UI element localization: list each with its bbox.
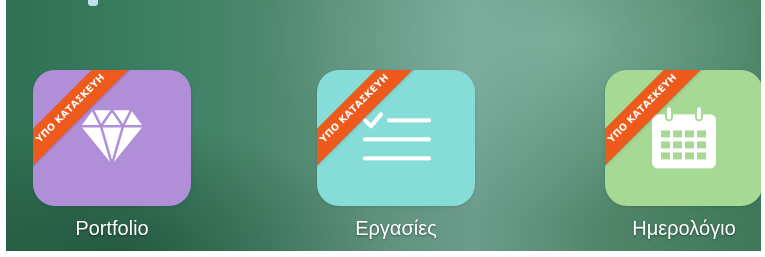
checklist-icon — [359, 106, 433, 172]
app-calendar[interactable]: ΥΠΟ ΚΑΤΑΣΚΕΥΗ Ημερολόγιο — [604, 70, 764, 241]
app-tile[interactable]: ΥΠΟ ΚΑΤΑΣΚΕΥΗ — [33, 70, 191, 206]
app-label: Εργασίες — [355, 218, 437, 240]
app-tasks[interactable]: ΥΠΟ ΚΑΤΑΣΚΕΥΗ Εργασίες — [316, 70, 476, 241]
app-portfolio[interactable]: ΥΠΟ ΚΑΤΑΣΚΕΥΗ Portfolio — [32, 70, 192, 241]
app-label: Ημερολόγιο — [632, 218, 736, 240]
app-tile[interactable]: ΥΠΟ ΚΑΤΑΣΚΕΥΗ — [317, 70, 475, 206]
app-label: Portfolio — [75, 218, 149, 240]
diamond-icon — [79, 108, 145, 170]
partial-icon-top — [88, 0, 98, 6]
calendar-icon — [649, 104, 719, 174]
app-tile[interactable]: ΥΠΟ ΚΑΤΑΣΚΕΥΗ — [605, 70, 763, 206]
